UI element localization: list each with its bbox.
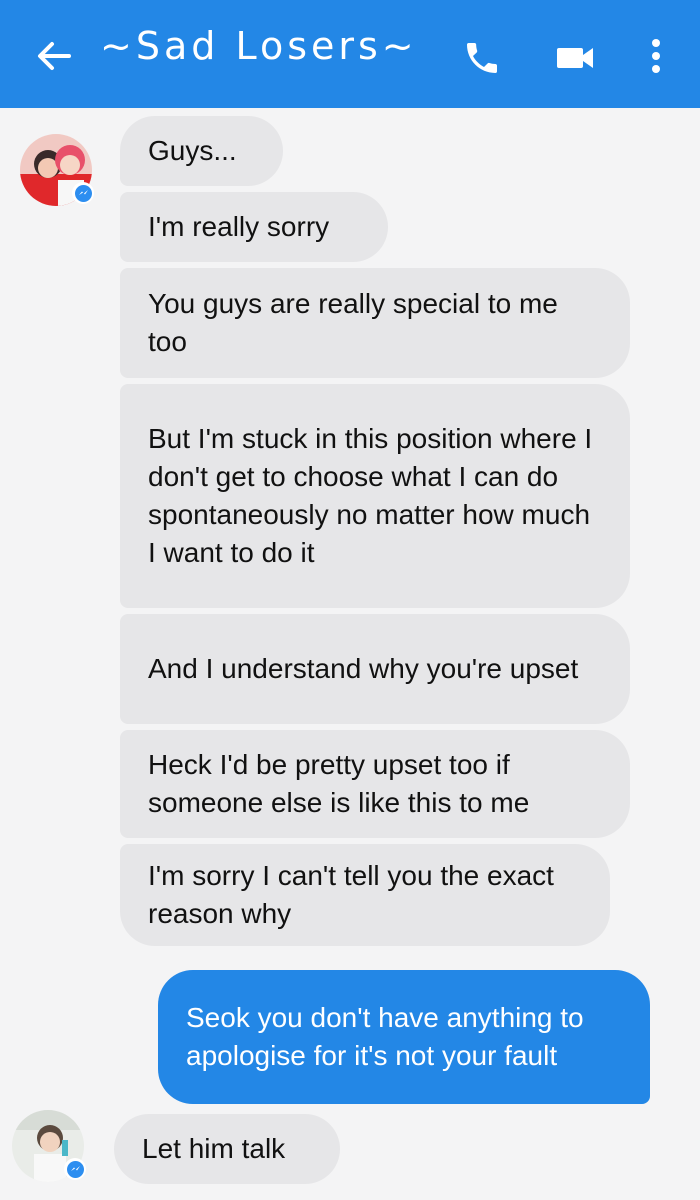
message-bubble-incoming[interactable]: Let him talk [114,1114,340,1184]
arrow-left-icon [38,42,71,70]
back-button[interactable] [34,36,74,76]
message-text: Let him talk [142,1133,286,1164]
video-call-button[interactable] [552,38,598,78]
message-text: Seok you don't have anything to apologis… [186,1002,584,1071]
message-bubble-incoming[interactable]: Guys... [120,116,283,186]
message-bubble-incoming[interactable]: I'm sorry I can't tell you the exact rea… [120,844,610,946]
app-header: ~Sad Losers~ [0,0,700,108]
more-options-button[interactable] [640,36,672,76]
messenger-icon [70,1166,80,1171]
more-vertical-icon [652,39,660,73]
message-text: I'm really sorry [148,211,330,242]
message-bubble-incoming[interactable]: You guys are really special to me too [120,268,630,378]
messenger-badge [72,182,94,204]
message-text: Guys... [148,135,237,166]
message-bubble-incoming[interactable]: I'm really sorry [120,192,388,262]
message-bubble-outgoing[interactable]: Seok you don't have anything to apologis… [158,970,650,1104]
message-text: You guys are really special to me too [148,288,558,357]
message-bubble-incoming[interactable]: But I'm stuck in this position where I d… [120,384,630,608]
conversation-title: ~Sad Losers~ [100,24,418,68]
message-bubble-incoming[interactable]: And I understand why you're upset [120,614,630,724]
message-bubble-incoming[interactable]: Heck I'd be pretty upset too if someone … [120,730,630,838]
messenger-icon [78,190,88,195]
sender-avatar[interactable] [12,1110,86,1182]
message-text: I'm sorry I can't tell you the exact rea… [148,860,554,929]
message-text: But I'm stuck in this position where I d… [148,423,593,568]
message-text: And I understand why you're upset [148,653,579,684]
messenger-badge [64,1158,86,1180]
video-camera-icon [557,48,593,68]
sender-avatar[interactable] [20,134,94,206]
voice-call-button[interactable] [460,36,504,80]
phone-icon [467,43,497,73]
message-text: Heck I'd be pretty upset too if someone … [148,749,530,818]
